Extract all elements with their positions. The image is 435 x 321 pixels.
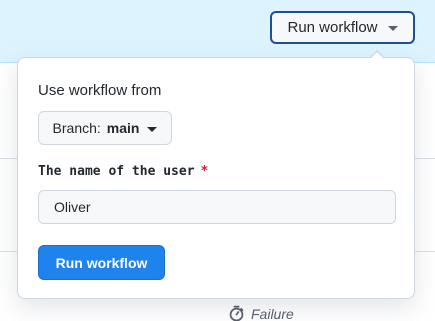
popover-arrow-fill — [370, 52, 384, 59]
branch-prefix: Branch: — [52, 120, 101, 136]
required-marker: * — [200, 164, 209, 179]
workflow-page: Run workflow Use workflow from Branch: m… — [0, 0, 435, 321]
user-name-input[interactable] — [38, 190, 396, 224]
run-workflow-button-label: Run workflow — [287, 19, 378, 36]
run-workflow-popover: Use workflow from Branch: main The name … — [17, 57, 415, 299]
branch-select-button[interactable]: Branch: main — [38, 111, 172, 145]
run-workflow-submit-button[interactable]: Run workflow — [38, 245, 165, 280]
stopwatch-icon — [229, 305, 244, 321]
user-name-field-label: The name of the user * — [38, 164, 208, 179]
user-name-label-text: The name of the user — [38, 164, 195, 179]
use-workflow-from-label: Use workflow from — [38, 82, 162, 99]
run-workflow-dropdown-button[interactable]: Run workflow — [270, 11, 415, 44]
run-status: Failure — [228, 305, 294, 321]
chevron-down-icon — [387, 26, 398, 31]
status-text: Failure — [251, 305, 294, 321]
chevron-down-icon — [147, 126, 158, 132]
branch-name: main — [106, 120, 140, 136]
